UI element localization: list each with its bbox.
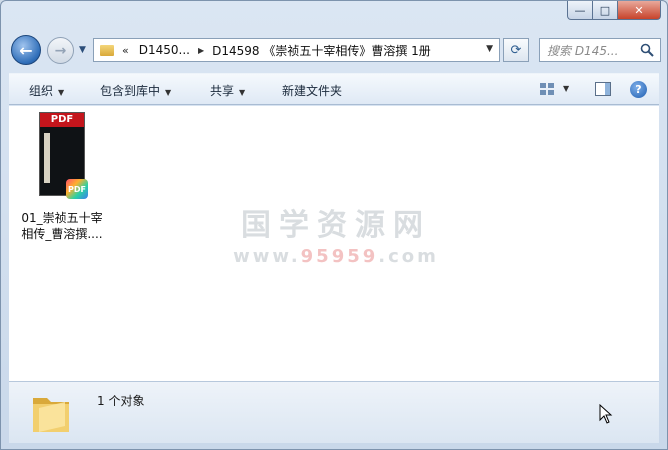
search-box[interactable]: 搜索 D145... xyxy=(539,38,661,62)
chevron-down-icon: ▼ xyxy=(165,88,172,97)
address-dropdown-icon[interactable]: ▼ xyxy=(486,44,493,54)
file-name-line-1: 01_崇祯五十宰 xyxy=(21,211,103,225)
watermark-title: 国学资源网 xyxy=(241,208,431,243)
pdf-thumbnail-header: PDF xyxy=(40,113,84,127)
preview-pane-icon[interactable] xyxy=(595,82,611,96)
pdf-title-strip xyxy=(44,133,50,183)
caption-buttons: — □ ✕ xyxy=(567,1,661,20)
watermark-url: www.95959.com xyxy=(231,246,441,267)
organize-menu[interactable]: 组织 ▼ xyxy=(29,82,64,99)
address-overflow-chevron[interactable]: « xyxy=(122,44,129,57)
breadcrumb-separator-icon[interactable]: ▶ xyxy=(198,46,204,55)
search-input[interactable]: 搜索 D145... xyxy=(547,42,618,59)
help-icon[interactable]: ? xyxy=(630,81,647,98)
item-count: 1 个对象 xyxy=(97,394,145,408)
refresh-icon: ⟳ xyxy=(510,42,522,58)
watermark: 国学资源网 www.95959.com xyxy=(231,200,441,267)
view-dropdown-icon[interactable]: ▼ xyxy=(563,84,569,93)
folder-icon xyxy=(100,44,114,56)
share-menu[interactable]: 共享 ▼ xyxy=(210,82,245,99)
details-pane: 1 个对象 xyxy=(9,381,659,443)
file-name-line-2: 相传_曹溶撰.... xyxy=(21,227,103,241)
pdf-badge-icon: PDF xyxy=(66,179,88,199)
file-name: 01_崇祯五十宰 相传_曹溶撰.... xyxy=(17,210,107,242)
command-toolbar: 组织 ▼ 包含到库中 ▼ 共享 ▼ 新建文件夹 ▼ ? xyxy=(9,73,659,105)
folder-icon xyxy=(33,398,69,432)
chevron-down-icon: ▼ xyxy=(239,88,246,97)
watermark-url-accent: 95959 xyxy=(300,246,379,267)
refresh-button[interactable]: ⟳ xyxy=(503,38,529,62)
close-button[interactable]: ✕ xyxy=(618,1,661,20)
watermark-url-prefix: www. xyxy=(233,246,301,267)
include-in-library-menu[interactable]: 包含到库中 ▼ xyxy=(100,82,171,99)
navigation-row: ← → ▼ « D1450... ▶ D14598 《崇祯五十宰相传》曹溶撰 1… xyxy=(9,35,661,67)
mouse-cursor-icon xyxy=(599,404,613,424)
search-icon[interactable] xyxy=(640,43,654,57)
forward-button[interactable]: → xyxy=(47,37,74,64)
change-view-icon[interactable] xyxy=(539,82,555,96)
breadcrumb-current[interactable]: D14598 《崇祯五十宰相传》曹溶撰 1册 xyxy=(212,42,431,59)
share-label: 共享 xyxy=(210,84,235,98)
pdf-thumbnail: PDF PDF xyxy=(39,112,88,199)
watermark-url-suffix: .com xyxy=(378,246,439,267)
breadcrumb-parent[interactable]: D1450... xyxy=(139,43,190,57)
maximize-button[interactable]: □ xyxy=(593,1,618,20)
organize-label: 组织 xyxy=(29,84,54,98)
arrow-left-icon: ← xyxy=(19,40,33,60)
arrow-right-icon: → xyxy=(54,42,67,59)
minimize-button[interactable]: — xyxy=(567,1,593,20)
new-folder-button[interactable]: 新建文件夹 xyxy=(282,82,342,99)
recent-pages-dropdown-icon[interactable]: ▼ xyxy=(79,45,89,55)
back-button[interactable]: ← xyxy=(11,35,41,65)
file-item[interactable]: PDF PDF 01_崇祯五十宰 相传_曹溶撰.... xyxy=(17,112,107,242)
include-library-label: 包含到库中 xyxy=(100,84,161,98)
chevron-down-icon: ▼ xyxy=(58,88,65,97)
file-list-area[interactable]: PDF PDF 01_崇祯五十宰 相传_曹溶撰.... 国学资源网 www.95… xyxy=(9,106,659,381)
address-bar[interactable]: « D1450... ▶ D14598 《崇祯五十宰相传》曹溶撰 1册 ▼ xyxy=(93,38,500,62)
explorer-window: — □ ✕ ← → ▼ « D1450... ▶ D14598 《崇祯五十宰相传… xyxy=(0,0,668,450)
